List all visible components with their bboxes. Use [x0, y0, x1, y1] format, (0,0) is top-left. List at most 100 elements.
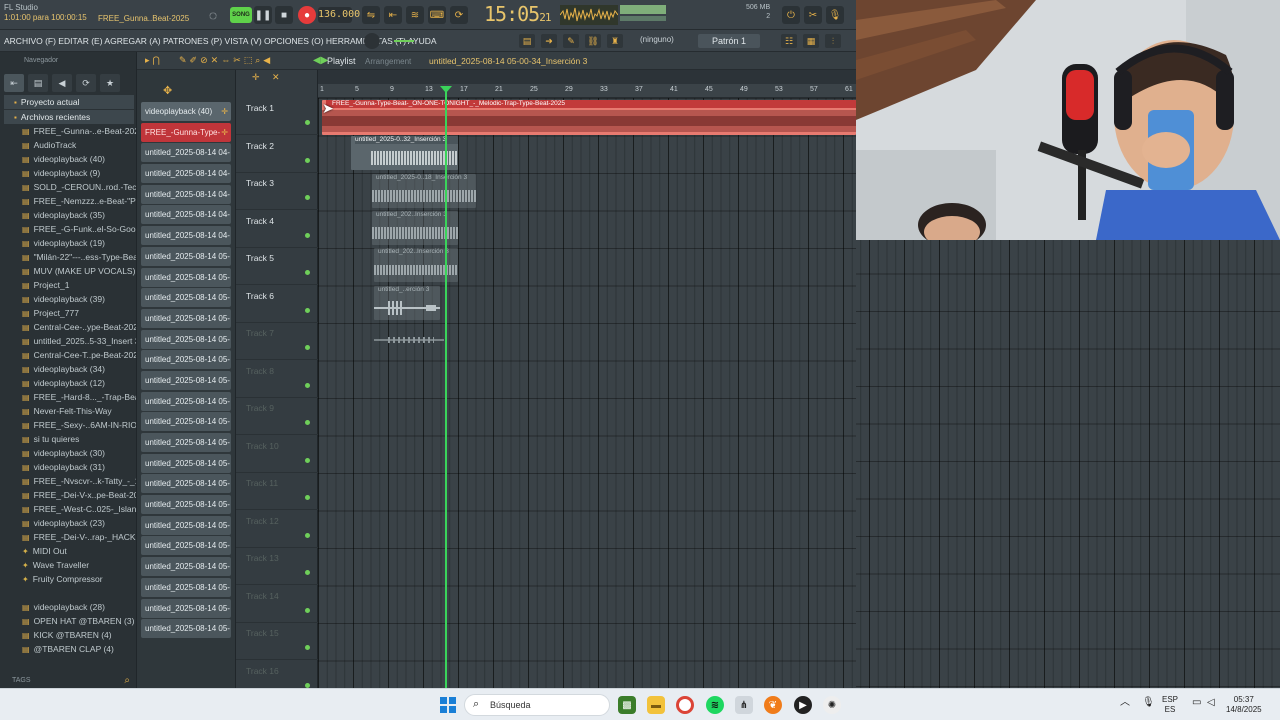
picker-item[interactable]: untitled_2025-08-14 04-: [141, 143, 231, 163]
track-mute-led[interactable]: [305, 570, 310, 575]
channel-rack-icon[interactable]: ▦: [803, 34, 819, 48]
browser-item[interactable]: Wave Traveller: [22, 558, 136, 572]
track-mute-led[interactable]: [305, 307, 310, 313]
playlist-grid[interactable]: FREE_-Gunna-Type-Beat-_ON-ONE-TONIGHT_-_…: [318, 98, 856, 688]
picker-item[interactable]: untitled_2025-08-14 05-: [141, 557, 231, 577]
picker-item[interactable]: untitled_2025-08-14 04-: [141, 205, 231, 225]
browser-item[interactable]: "Milán-22"---..ess-Type-Beat: [22, 250, 136, 264]
stop-button[interactable]: ■: [275, 6, 293, 24]
browser-item[interactable]: Project_777: [22, 306, 136, 320]
clip-track2[interactable]: untitled_2025-0..32_Inserción 3: [351, 136, 458, 170]
pattern-selector[interactable]: Patrón 1: [698, 34, 760, 48]
link-icon[interactable]: ⛓: [585, 34, 601, 48]
picker-item[interactable]: untitled_2025-08-14 04-: [141, 164, 231, 184]
arrow-icon[interactable]: ➜: [541, 34, 557, 48]
track-header[interactable]: Track 7: [236, 323, 318, 360]
browser-item[interactable]: si tu quieres: [22, 432, 136, 446]
record-button[interactable]: ●: [298, 6, 316, 24]
browser-item[interactable]: videoplayback (28): [22, 600, 136, 614]
track-mute-led[interactable]: [305, 232, 310, 238]
network-icon[interactable]: ▭: [1192, 698, 1201, 708]
picker-item[interactable]: untitled_2025-08-14 05-: [141, 329, 231, 349]
track-mute-led[interactable]: [305, 495, 310, 500]
folder-current-project[interactable]: Proyecto actual: [4, 95, 134, 109]
track-mute-led[interactable]: [305, 345, 310, 350]
add-to-playlist-icon[interactable]: ✛: [221, 102, 228, 121]
track-header[interactable]: Track 9: [236, 398, 318, 435]
add-clip-icon[interactable]: ✥: [163, 84, 172, 97]
browser-item[interactable]: untitled_2025..5-33_Insert 3: [22, 334, 136, 348]
tool-icon[interactable]: ⇋: [362, 6, 380, 24]
tray-chevron-icon[interactable]: ︿: [1120, 698, 1130, 708]
app-icon[interactable]: ⋔: [735, 696, 753, 714]
picker-item[interactable]: untitled_2025-08-14 05-: [141, 536, 231, 556]
browser-item[interactable]: videoplayback (12): [22, 376, 136, 390]
davinci-icon[interactable]: ✺: [823, 696, 841, 714]
picker-item[interactable]: untitled_2025-08-14 05-: [141, 474, 231, 494]
slip-tool-icon[interactable]: ⇔: [221, 55, 230, 66]
track-header[interactable]: Track 1: [236, 98, 318, 135]
track-mute-led[interactable]: [305, 607, 310, 613]
picker-item[interactable]: FREE_-Gunna-Type- ✛: [141, 122, 231, 142]
browser-item[interactable]: AudioTrack: [22, 138, 136, 152]
minecraft-icon[interactable]: ▩: [618, 696, 636, 714]
power-icon[interactable]: ⏻: [782, 6, 800, 24]
browser-item[interactable]: FREE_-West-C..025-_Island_: [22, 502, 136, 516]
track-mute-led[interactable]: [305, 382, 310, 388]
track-mute-led[interactable]: [305, 457, 310, 463]
picker-item[interactable]: untitled_2025-08-14 05-: [141, 598, 231, 618]
track-header[interactable]: Track 4: [236, 211, 318, 248]
back-icon[interactable]: ◀: [52, 74, 72, 92]
browser-item[interactable]: SOLD_-CEROUN..rod.-Tecusi: [22, 180, 136, 194]
timeline-ruler[interactable]: 1 5 9 13 17 21 25 29 33 37 41 45 49 53 57 61: [318, 84, 856, 98]
star-icon[interactable]: ★: [100, 74, 120, 92]
track-mute-led[interactable]: [305, 645, 310, 650]
browser-item[interactable]: FREE_-Nvscvr-..k-Tatty_-_1: [22, 474, 136, 488]
browser-item[interactable]: videoplayback (40): [22, 152, 136, 166]
track-mute-led[interactable]: [305, 420, 310, 425]
picker-item[interactable]: untitled_2025-08-14 05-: [141, 267, 231, 287]
clock[interactable]: 05:37 14/8/2025: [1226, 695, 1262, 715]
browser-item[interactable]: videoplayback (23): [22, 516, 136, 530]
picker-item[interactable]: untitled_2025-08-14 05-: [141, 370, 231, 390]
browser-item[interactable]: MIDI Out: [22, 544, 136, 558]
mute-tool-icon[interactable]: ✕: [211, 55, 219, 66]
track-header[interactable]: Track 3: [236, 173, 318, 210]
magnet-icon[interactable]: ⋂: [153, 55, 160, 66]
browser-item[interactable]: videoplayback (30): [22, 446, 136, 460]
file-explorer-icon[interactable]: ▬: [647, 696, 665, 714]
clip-track7-waveform[interactable]: [374, 334, 444, 346]
snap-icon[interactable]: ⇤: [384, 6, 402, 24]
picker-item[interactable]: untitled_2025-08-14 05-: [141, 308, 231, 328]
picker-item[interactable]: untitled_2025-08-14 05-: [141, 453, 231, 473]
master-pitch-slider[interactable]: [394, 40, 414, 42]
browser-item[interactable]: videoplayback (9): [22, 166, 136, 180]
track-mute-led[interactable]: [305, 157, 310, 163]
picker-item[interactable]: untitled_2025-08-14 05-: [141, 577, 231, 597]
menu-arrow-icon[interactable]: ▸: [145, 55, 150, 66]
pattern-song-toggle[interactable]: SONG: [230, 7, 252, 23]
tools-icon[interactable]: ✂: [804, 6, 822, 24]
browser-item[interactable]: FREE_-Nemzzz..e-Beat-"Pain": [22, 194, 136, 208]
browser-item[interactable]: FREE_-G-Funk..el-So-Good_: [22, 222, 136, 236]
chrome-icon[interactable]: [676, 696, 694, 714]
track-header[interactable]: Track 15: [236, 623, 318, 660]
piano-roll-icon[interactable]: ▤: [519, 34, 535, 48]
picker-item[interactable]: videoplayback (40) ✛: [141, 102, 231, 121]
language-indicator[interactable]: ESP ES: [1162, 695, 1178, 715]
picker-item[interactable]: untitled_2025-08-14 05-: [141, 350, 231, 370]
loop-icon[interactable]: ⟳: [450, 6, 468, 24]
pencil-icon[interactable]: ✎: [563, 34, 579, 48]
track-mute-led[interactable]: [305, 195, 310, 200]
blend-icon[interactable]: ≋: [406, 6, 424, 24]
clip-main-beat[interactable]: FREE_-Gunna-Type-Beat-_ON-ONE-TONIGHT_-_…: [322, 100, 856, 135]
microphone-icon[interactable]: 🎙: [826, 6, 844, 24]
metronome-icon[interactable]: ◌: [204, 6, 222, 24]
keyboard-icon[interactable]: ⌨: [428, 6, 446, 24]
tray-mic-icon[interactable]: 🎙: [1142, 698, 1155, 708]
search-icon[interactable]: ⌕: [124, 675, 130, 686]
playhead-marker[interactable]: [440, 86, 452, 93]
remove-track-icon[interactable]: ✕: [272, 72, 280, 83]
folder-recent-files[interactable]: Archivos recientes: [4, 110, 134, 124]
track-mute-led[interactable]: [305, 270, 310, 275]
